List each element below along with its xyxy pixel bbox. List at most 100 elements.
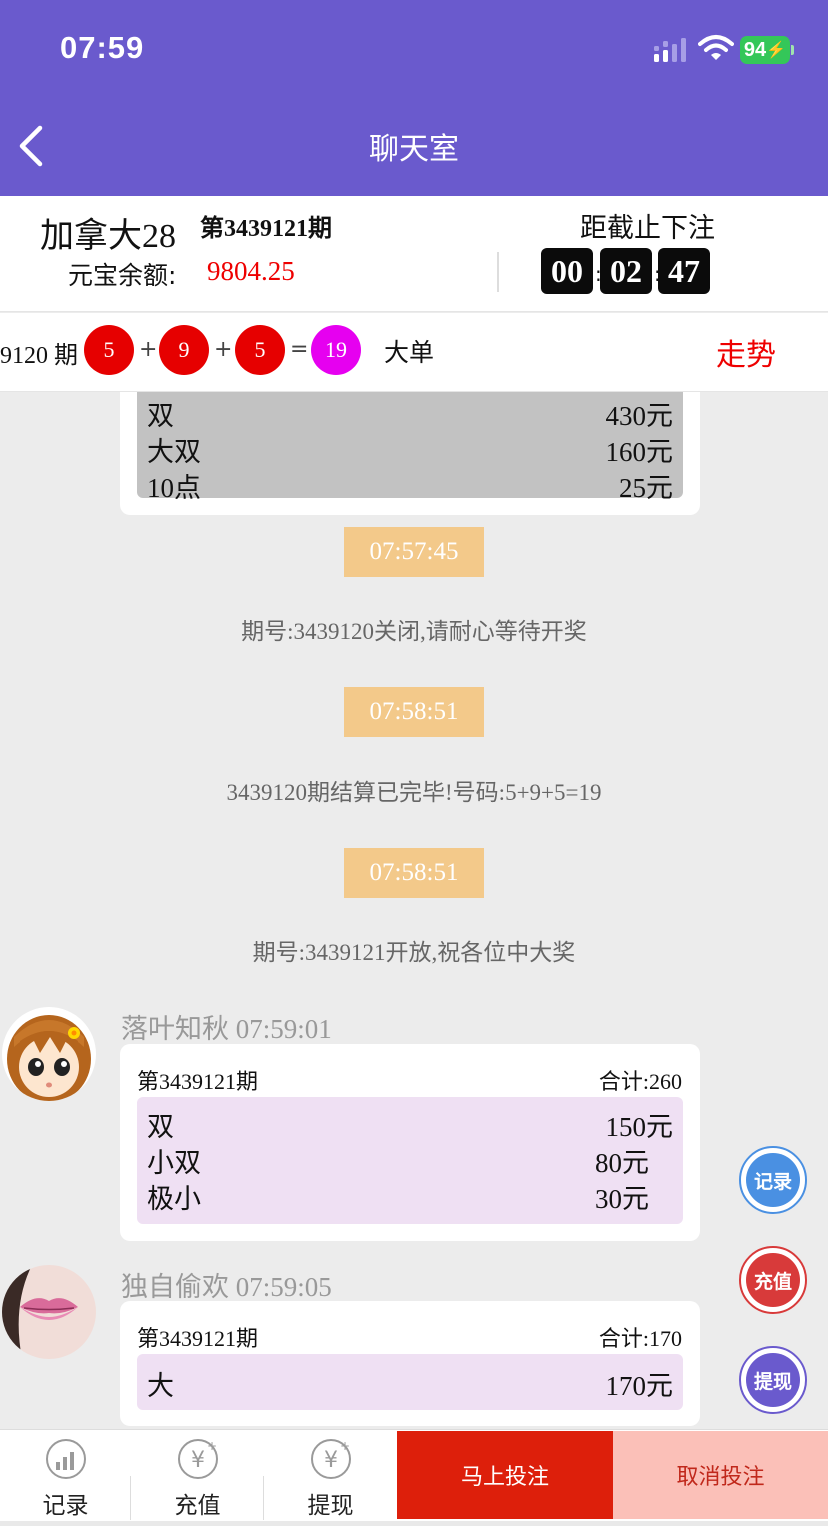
- bet-list: 大 170元: [137, 1354, 683, 1410]
- plus-sign: +: [214, 337, 233, 362]
- lips-avatar-icon: [2, 1265, 96, 1359]
- tab-record-label: 记录: [42, 1493, 89, 1519]
- bet-name: 极小: [147, 1184, 201, 1214]
- result-ball: 5: [235, 325, 285, 375]
- bet-amount: 170元: [605, 1371, 674, 1401]
- bet-amount: 80元: [595, 1148, 649, 1178]
- trend-link[interactable]: 走势: [716, 330, 776, 374]
- time-chip: 07:57:45: [344, 527, 484, 577]
- time-chip: 07:58:51: [344, 687, 484, 737]
- float-withdraw-label: 提现: [746, 1353, 800, 1407]
- system-message: 3439120期结算已完毕!号码:5+9+5=19: [226, 780, 602, 805]
- bet-row: 小双 80元: [147, 1141, 673, 1178]
- page-title: 聊天室: [369, 132, 459, 167]
- float-recharge-button[interactable]: 充值: [739, 1246, 807, 1314]
- deadline-label: 距截止下注: [580, 213, 715, 244]
- balance-label: 元宝余额:: [68, 261, 177, 290]
- bet-name: 小双: [147, 1148, 201, 1178]
- battery-icon: 94 ⚡: [740, 36, 790, 64]
- bet-name: 大: [147, 1371, 174, 1401]
- time-chip: 07:58:51: [344, 848, 484, 898]
- tab-withdraw-label: 提现: [307, 1493, 354, 1519]
- balance-value: 9804.25: [207, 256, 295, 286]
- tab-record[interactable]: 记录: [0, 1430, 131, 1520]
- bet-period: 第3439121期: [137, 1326, 259, 1351]
- tab-divider: [130, 1476, 131, 1520]
- system-message: 期号:3439120关闭,请耐心等待开奖: [241, 619, 587, 644]
- yen-withdraw-icon: ¥ +: [311, 1439, 351, 1479]
- cellular-signal-icon: [654, 38, 686, 62]
- float-record-button[interactable]: 记录: [739, 1146, 807, 1214]
- yen-coin-icon: ¥ +: [178, 1439, 218, 1479]
- svg-text:¥: ¥: [191, 1448, 205, 1473]
- bet-row: 双 430元: [147, 394, 674, 431]
- bet-row: 双 150元: [147, 1105, 674, 1142]
- result-ball: 5: [84, 325, 134, 375]
- home-indicator-strip: [0, 1521, 828, 1526]
- bet-amount: 25元: [619, 473, 673, 503]
- cartoon-girl-avatar-icon: [2, 1007, 96, 1101]
- countdown-seconds: 47: [658, 248, 710, 294]
- tab-recharge-label: 充值: [174, 1493, 221, 1519]
- bet-card: 双 430元 大双 160元 10点 25元: [120, 392, 700, 515]
- equals-sign: =: [290, 337, 309, 362]
- bet-amount: 30元: [595, 1184, 649, 1214]
- bet-card: 第3439121期 合计:170 大 170元: [120, 1301, 700, 1426]
- tab-divider: [263, 1476, 264, 1520]
- bet-name: 双: [147, 1112, 174, 1142]
- sender-name: 落叶知秋: [121, 1014, 229, 1044]
- countdown-minutes: 02: [600, 248, 652, 294]
- float-withdraw-button[interactable]: 提现: [739, 1346, 807, 1414]
- message-sender: 落叶知秋 07:59:01: [121, 1007, 332, 1046]
- sender-name: 独自偷欢: [121, 1272, 229, 1302]
- bet-amount: 150元: [605, 1112, 674, 1142]
- cancel-bet-button[interactable]: 取消投注: [613, 1431, 828, 1519]
- bet-row: 大 170元: [147, 1364, 674, 1401]
- result-sum-ball: 19: [311, 325, 361, 375]
- chat-area[interactable]: 双 430元 大双 160元 10点 25元 07:57:45 期号:3439120关…: [0, 392, 828, 1429]
- float-recharge-label: 充值: [746, 1253, 800, 1307]
- tab-recharge[interactable]: ¥ + 充值: [132, 1430, 263, 1520]
- battery-level: 94: [743, 38, 767, 61]
- bet-row: 大双 160元: [147, 430, 674, 467]
- result-ball: 9: [159, 325, 209, 375]
- status-time: 07:59: [60, 30, 145, 65]
- result-period: 9120 期: [0, 343, 78, 369]
- bet-period: 第3439121期: [137, 1069, 259, 1094]
- bet-list: 双 430元 大双 160元 10点 25元: [137, 392, 683, 503]
- avatar[interactable]: [2, 1007, 96, 1101]
- game-info-panel: 加拿大28 第3439121期 元宝余额: 9804.25 距截止下注 00 :…: [0, 196, 828, 312]
- result-type: 大单: [384, 338, 435, 367]
- bet-amount: 430元: [605, 401, 674, 431]
- message-time: 07:59:05: [235, 1272, 332, 1302]
- charging-bolt-icon: ⚡: [766, 42, 787, 59]
- bet-total: 合计:260: [598, 1069, 682, 1094]
- message-sender: 独自偷欢 07:59:05: [121, 1265, 332, 1304]
- battery-tip: [791, 45, 794, 55]
- float-record-label: 记录: [746, 1153, 800, 1207]
- tab-withdraw[interactable]: ¥ + 提现: [265, 1430, 396, 1520]
- svg-text:+: +: [207, 1439, 217, 1453]
- system-message: 期号:3439121开放,祝各位中大奖: [252, 940, 576, 965]
- svg-text:+: +: [340, 1439, 350, 1453]
- game-name: 加拿大28: [40, 218, 176, 255]
- bet-total: 合计:170: [598, 1326, 682, 1351]
- bottom-bar: 记录 ¥ + 充值 ¥ + 提现 马上投注 取消投注: [0, 1429, 828, 1526]
- header-bar: 07:59 94 ⚡ 聊天室: [0, 0, 828, 196]
- bet-row: 10点 25元: [147, 466, 673, 503]
- chart-icon: [46, 1439, 86, 1479]
- bet-name: 双: [147, 401, 174, 431]
- bet-row: 极小 30元: [147, 1177, 673, 1214]
- last-result-bar: 9120 期 5 + 9 + 5 = 19 大单 走势: [0, 313, 828, 392]
- wifi-icon: [698, 35, 734, 60]
- current-period: 第3439121期: [200, 216, 332, 242]
- bet-amount: 160元: [605, 437, 674, 467]
- message-time: 07:59:01: [235, 1014, 332, 1044]
- bet-name: 大双: [147, 437, 201, 467]
- svg-text:¥: ¥: [324, 1448, 338, 1473]
- divider: [497, 252, 499, 292]
- countdown-hours: 00: [541, 248, 593, 294]
- bet-now-button[interactable]: 马上投注: [397, 1431, 613, 1519]
- avatar[interactable]: [2, 1265, 96, 1359]
- bet-list: 双 150元 小双 80元 极小 30元: [137, 1097, 683, 1224]
